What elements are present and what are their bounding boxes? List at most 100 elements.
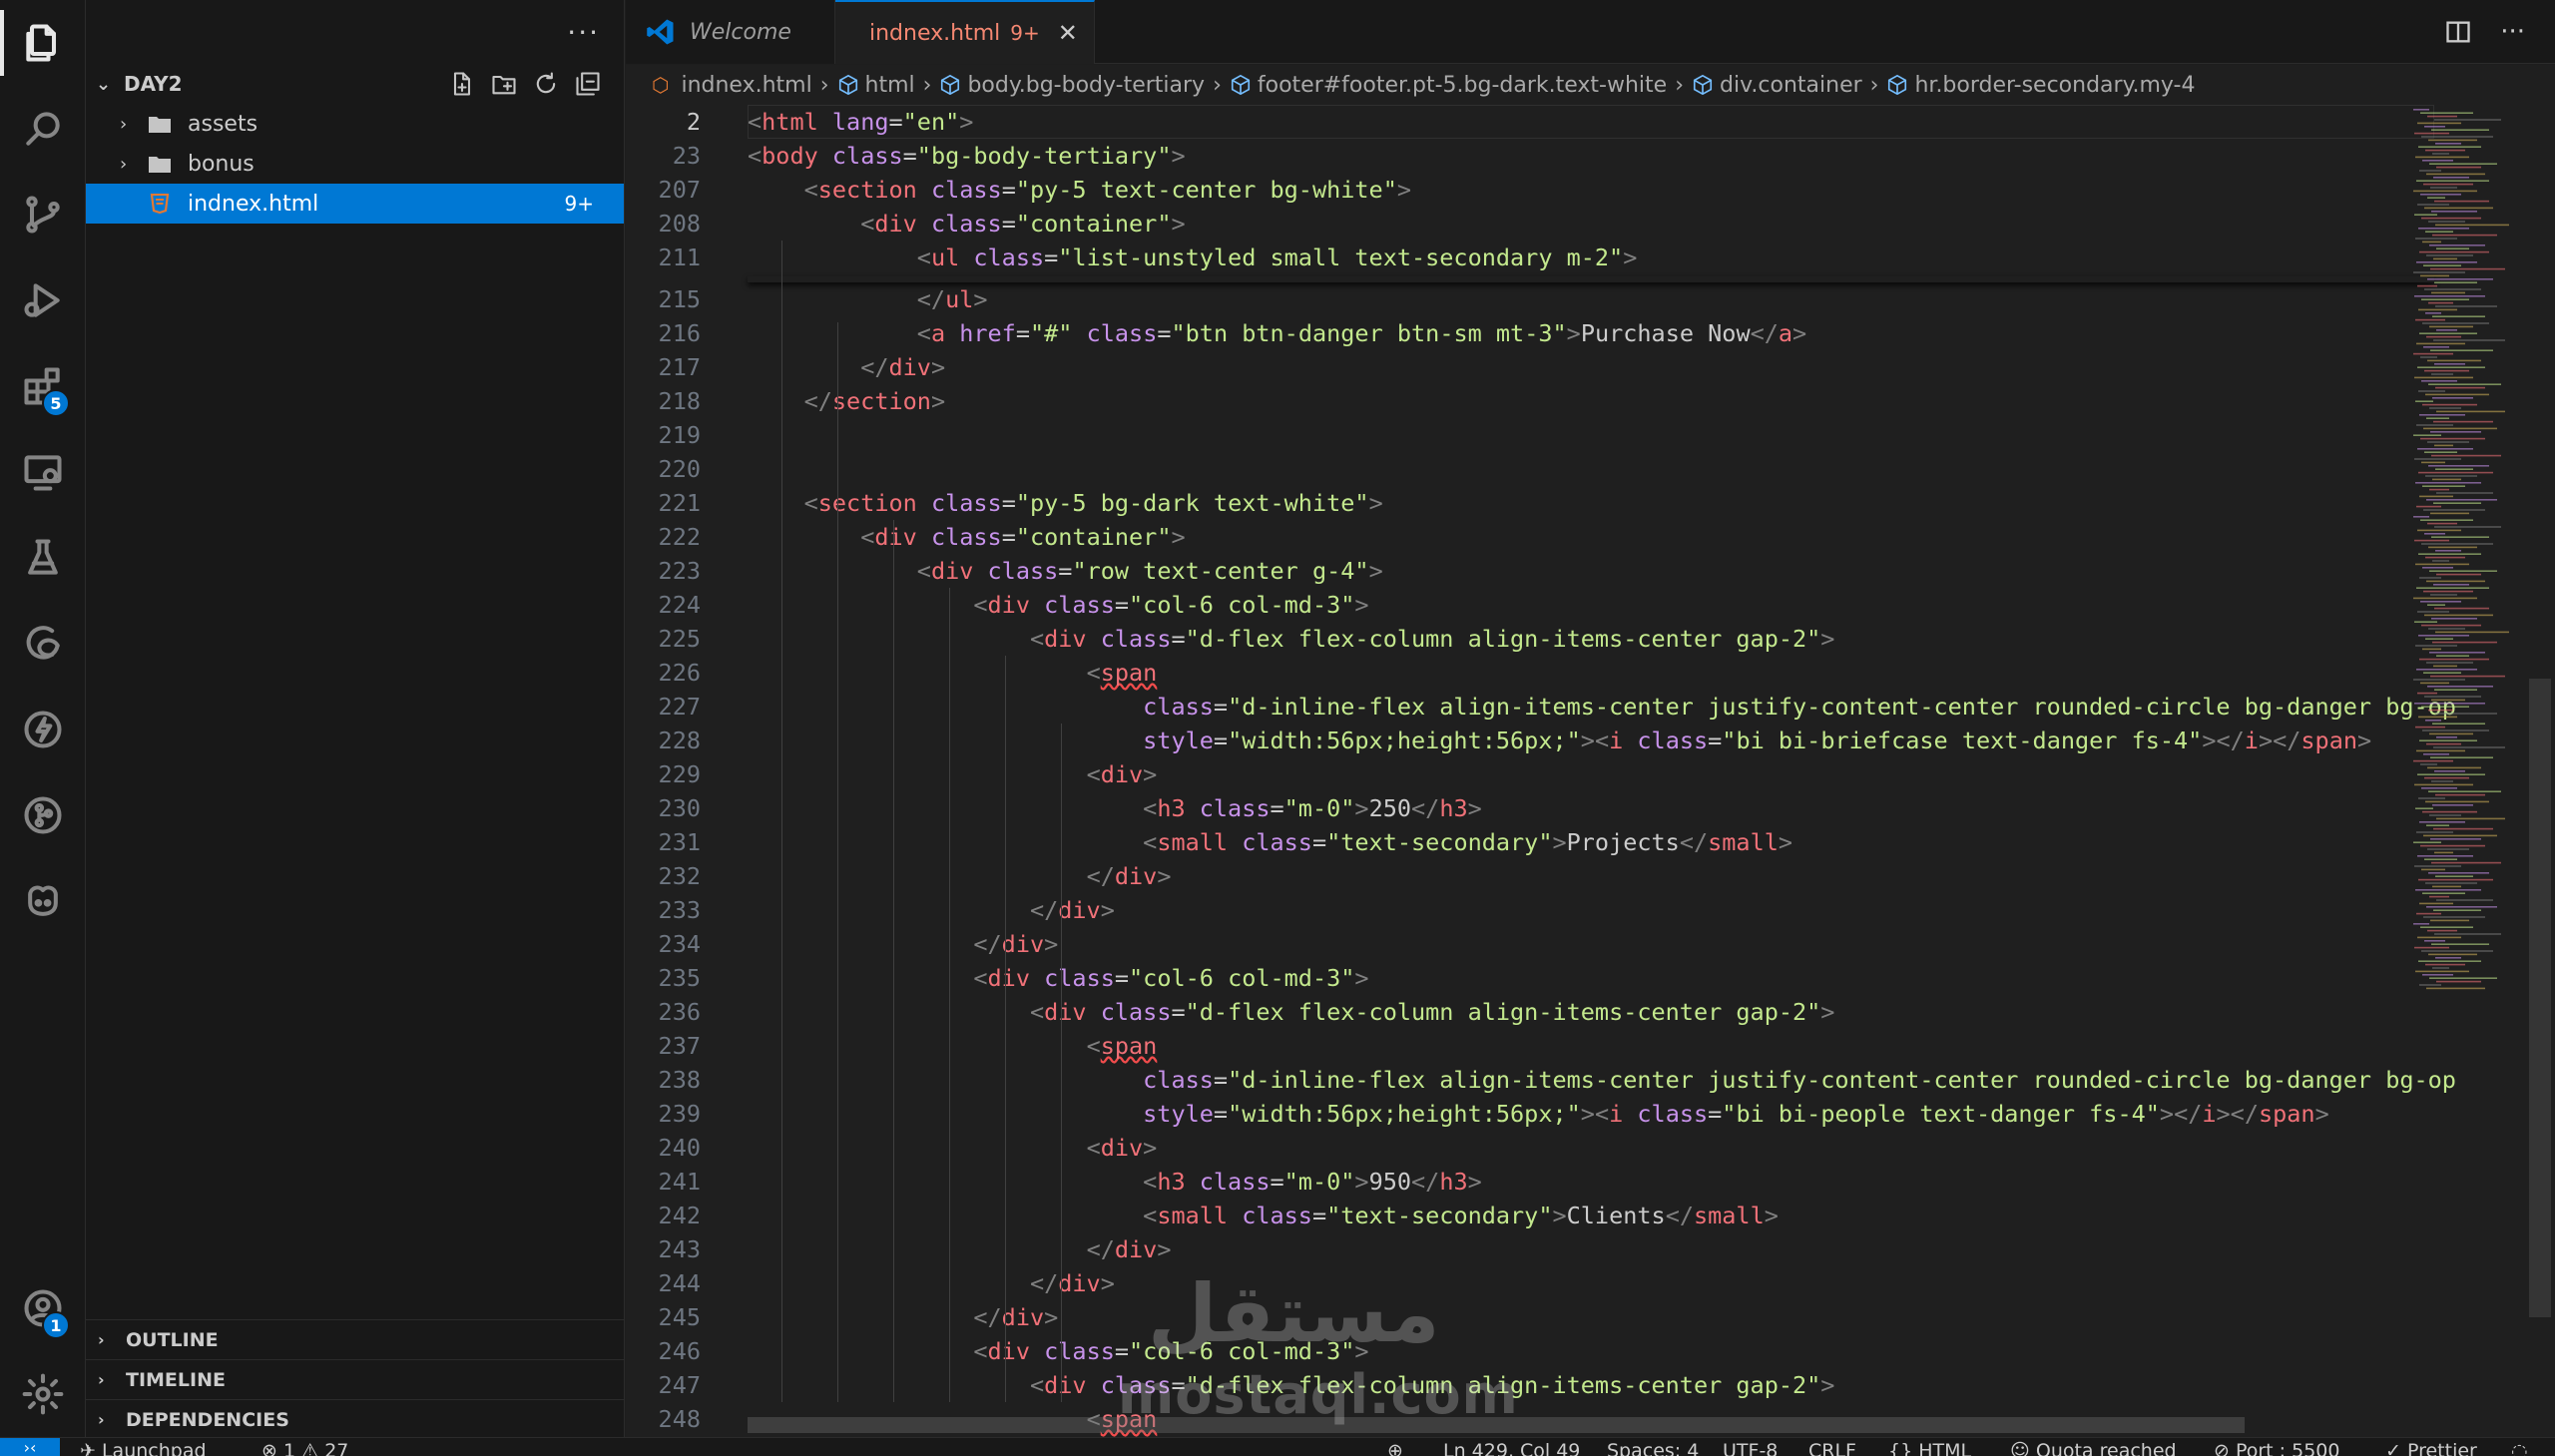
split-editor-icon[interactable] <box>2444 18 2472 46</box>
minimap-line <box>2418 797 2445 799</box>
code-line[interactable]: 229 <div> <box>626 757 2422 791</box>
thunder-client-icon[interactable] <box>0 687 86 772</box>
language-mode[interactable]: {} HTML <box>1888 1438 1971 1456</box>
code-line[interactable]: 245 </div> <box>626 1300 2422 1334</box>
code-token: < <box>803 176 818 204</box>
remote-explorer-icon[interactable] <box>0 429 86 515</box>
source-control-icon[interactable] <box>0 172 86 257</box>
breadcrumb-body[interactable]: body.bg-body-tertiary › <box>939 73 1229 98</box>
search-icon[interactable] <box>0 86 86 172</box>
timeline-section[interactable]: › TIMELINE <box>86 1359 625 1399</box>
collapse-all-icon[interactable] <box>574 70 602 98</box>
code-line[interactable]: 223 <div class="row text-center g-4"> <box>626 554 2422 588</box>
indentation[interactable]: Spaces: 4 <box>1607 1438 1699 1456</box>
accounts-icon[interactable]: 1 <box>0 1265 86 1351</box>
code-line[interactable]: 216 <a href="#" class="btn btn-danger bt… <box>626 316 2422 350</box>
more-actions-icon[interactable]: ··· <box>567 16 600 49</box>
code-line[interactable]: 236 <div class="d-flex flex-column align… <box>626 995 2422 1029</box>
minimap-line <box>2417 448 2473 450</box>
breadcrumb-html[interactable]: html › <box>837 73 940 98</box>
breadcrumb-file[interactable]: ⬡ indnex.html › <box>652 73 837 98</box>
folder-header[interactable]: ⌄ DAY2 <box>86 64 624 104</box>
code-line[interactable]: 230 <h3 class="m-0">250</h3> <box>626 791 2422 825</box>
copilot-icon[interactable] <box>0 858 86 944</box>
explorer-icon[interactable] <box>0 0 86 86</box>
code-line[interactable]: 224 <div class="col-6 col-md-3"> <box>626 588 2422 622</box>
code-line[interactable]: 237 <span <box>626 1029 2422 1063</box>
new-file-icon[interactable] <box>448 70 476 98</box>
code-line[interactable]: 232 </div> <box>626 859 2422 893</box>
code-line[interactable]: 219 <box>626 418 2422 452</box>
code-line[interactable]: 231 <small class="text-secondary">Projec… <box>626 825 2422 859</box>
code-line[interactable]: 207 <section class="py-5 text-center bg-… <box>626 173 2422 207</box>
live-server-port[interactable]: ⊘ Port : 5500 <box>2214 1438 2339 1456</box>
launchpad-item[interactable]: ✈ Launchpad <box>80 1438 207 1456</box>
dependencies-section[interactable]: › DEPENDENCIES <box>86 1399 625 1439</box>
line-number: 246 <box>658 1337 701 1365</box>
code-line[interactable]: 234 </div> <box>626 927 2422 961</box>
code-line[interactable]: 246 <div class="col-6 col-md-3"> <box>626 1334 2422 1368</box>
minimap-line <box>2421 380 2457 382</box>
testing-icon[interactable] <box>0 515 86 601</box>
breadcrumb-hr[interactable]: hr.border-secondary.my-4 <box>1886 73 2195 98</box>
minimap[interactable] <box>2407 105 2547 1003</box>
more-actions-icon[interactable]: ··· <box>2500 17 2525 47</box>
code-line[interactable]: 242 <small class="text-secondary">Client… <box>626 1199 2422 1232</box>
outline-section[interactable]: › OUTLINE <box>86 1319 625 1359</box>
refresh-icon[interactable] <box>532 70 560 98</box>
line-ending[interactable]: CRLF <box>1808 1438 1856 1456</box>
code-line[interactable]: 244 </div> <box>626 1266 2422 1300</box>
new-folder-icon[interactable] <box>490 70 518 98</box>
horizontal-scrollbar[interactable] <box>748 1417 2245 1433</box>
code-line[interactable]: 228 style="width:56px;height:56px;"><i c… <box>626 724 2422 757</box>
code-line[interactable]: 238 class="d-inline-flex align-items-cen… <box>626 1063 2456 1097</box>
code-line[interactable]: 221 <section class="py-5 bg-dark text-wh… <box>626 486 2422 520</box>
code-line[interactable]: 243 </div> <box>626 1232 2422 1266</box>
minimap-line <box>2436 817 2505 820</box>
code-line[interactable]: 241 <h3 class="m-0">950</h3> <box>626 1165 2422 1199</box>
status-bar: ›‹ ✈ Launchpad ⊗ 1 ⚠ 27 ⊕ Ln 429, Col 49… <box>0 1437 2555 1456</box>
close-icon[interactable]: ✕ <box>1058 19 1078 47</box>
extensions-icon[interactable]: 5 <box>0 343 86 429</box>
remote-indicator-icon[interactable]: ›‹ <box>0 1438 60 1456</box>
code-line[interactable]: 208 <div class="container"> <box>626 207 2422 241</box>
minimap-line <box>2435 143 2461 145</box>
code-line[interactable]: 218 </section> <box>626 384 2422 418</box>
code-line[interactable]: 239 style="width:56px;height:56px;"><i c… <box>626 1097 2422 1131</box>
prettier-status[interactable]: ✓ Prettier <box>2385 1438 2477 1456</box>
code-line[interactable]: 247 <div class="d-flex flex-column align… <box>626 1368 2422 1402</box>
run-debug-icon[interactable] <box>0 257 86 343</box>
tree-item-bonus[interactable]: › bonus <box>86 144 624 184</box>
tab-indnex-html[interactable]: indnex.html 9+ ✕ <box>835 0 1095 64</box>
tree-item-indnex-html[interactable]: indnex.html 9+ <box>86 184 624 224</box>
breadcrumb-container[interactable]: div.container › <box>1692 73 1886 98</box>
git-graph-icon[interactable] <box>0 772 86 858</box>
code-line[interactable]: 217 </div> <box>626 350 2422 384</box>
code-line[interactable]: 233 </div> <box>626 893 2422 927</box>
notifications-icon[interactable]: ⊕ <box>1387 1438 1403 1456</box>
code-line[interactable]: 2 <html lang="en"> <box>626 105 2422 139</box>
cursor-position[interactable]: Ln 429, Col 49 <box>1443 1438 1580 1456</box>
code-line[interactable]: 225 <div class="d-flex flex-column align… <box>626 622 2422 656</box>
edge-icon[interactable] <box>0 601 86 687</box>
bell-icon[interactable]: ◌ <box>2511 1438 2528 1456</box>
code-line[interactable]: 235 <div class="col-6 col-md-3"> <box>626 961 2422 995</box>
code-line[interactable]: 227 class="d-inline-flex align-items-cen… <box>626 690 2456 724</box>
manage-gear-icon[interactable] <box>0 1351 86 1437</box>
code-line[interactable]: 23 <body class="bg-body-tertiary"> <box>626 139 2422 173</box>
code-line[interactable]: 211 <ul class="list-unstyled small text-… <box>626 241 2422 274</box>
copilot-quota[interactable]: ☺ Quota reached <box>2010 1438 2177 1456</box>
encoding[interactable]: UTF-8 <box>1723 1438 1778 1456</box>
html-file-icon: ⬡ <box>652 73 670 97</box>
code-line[interactable]: 222 <div class="container"> <box>626 520 2422 554</box>
code-line[interactable]: 240 <div> <box>626 1131 2422 1165</box>
code-line[interactable]: 226 <span <box>626 656 2422 690</box>
tab-welcome[interactable]: Welcome <box>626 0 835 64</box>
problems-item[interactable]: ⊗ 1 ⚠ 27 <box>261 1438 348 1456</box>
tree-item-assets[interactable]: › assets <box>86 104 624 144</box>
code-editor[interactable]: 2 <html lang="en"> 23 <body class="bg-body-… <box>626 105 2555 1437</box>
breadcrumb-footer[interactable]: footer#footer.pt-5.bg-dark.text-white › <box>1230 73 1692 98</box>
code-line[interactable]: 220 <box>626 452 2422 486</box>
vertical-scrollbar[interactable] <box>2529 679 2551 1317</box>
code-line[interactable]: 215 </ul> <box>626 282 2422 316</box>
